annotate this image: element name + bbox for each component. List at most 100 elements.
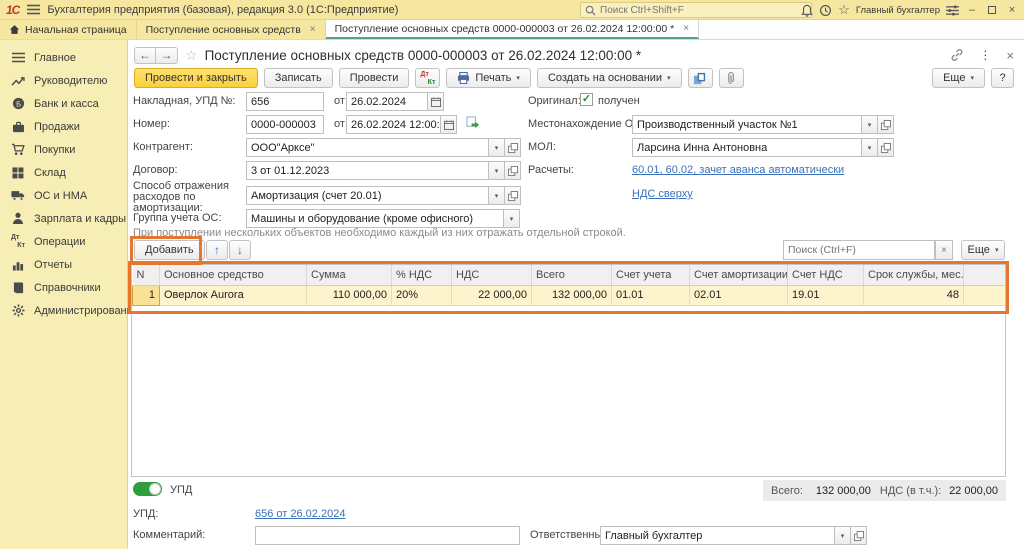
toolbar-more-button[interactable]: Еще▾ — [932, 68, 985, 88]
dtkt-postings-button[interactable]: ДтКт — [415, 68, 440, 88]
responsible-field[interactable]: Главный бухгалтер — [600, 526, 835, 545]
dropdown-icon[interactable]: ▾ — [835, 526, 851, 545]
minimize-icon[interactable]: – — [965, 3, 979, 17]
global-search[interactable] — [580, 2, 812, 18]
history-clock-icon[interactable] — [819, 4, 832, 17]
col-n[interactable]: N — [133, 265, 160, 285]
help-button[interactable]: ? — [991, 68, 1014, 88]
sidebar-item-pokupki[interactable]: Покупки — [0, 138, 127, 161]
maximize-icon[interactable] — [985, 3, 999, 17]
sidebar-item-operacii[interactable]: ДтКт Операции — [0, 230, 127, 253]
tab-close-icon[interactable]: × — [683, 23, 689, 34]
sidebar-item-bank-kassa[interactable]: Б Банк и касса — [0, 92, 127, 115]
table-row[interactable]: 1 Оверлок Aurora 110 000,00 20% 22 000,0… — [133, 285, 1007, 305]
get-link-icon[interactable] — [950, 48, 964, 62]
sidebar-item-prodazhi[interactable]: Продажи — [0, 115, 127, 138]
set-current-date-icon[interactable] — [466, 116, 480, 130]
sidebar-item-spravochniki[interactable]: Справочники — [0, 276, 127, 299]
col-vat[interactable]: НДС — [452, 265, 532, 285]
assets-table[interactable]: N Основное средство Сумма % НДС НДС Всег… — [131, 264, 1006, 477]
sidebar-item-sklad[interactable]: Склад — [0, 161, 127, 184]
depreciation-method-field[interactable]: Амортизация (счет 20.01) — [246, 186, 489, 205]
dropdown-icon[interactable]: ▾ — [489, 186, 505, 205]
open-icon[interactable] — [505, 161, 521, 180]
col-vat-rate[interactable]: % НДС — [392, 265, 452, 285]
sidebar-item-otchety[interactable]: Отчеты — [0, 253, 127, 276]
cell-sum[interactable]: 110 000,00 — [307, 285, 392, 305]
post-button[interactable]: Провести — [339, 68, 410, 88]
cell-service-life[interactable]: 48 — [864, 285, 964, 305]
move-down-button[interactable]: ↓ — [229, 240, 251, 260]
os-group-field[interactable]: Машины и оборудование (кроме офисного) — [246, 209, 504, 228]
global-search-input[interactable] — [600, 5, 790, 16]
more-dots-icon[interactable]: ⋮ — [979, 48, 991, 62]
search-clear-icon[interactable]: × — [935, 240, 953, 260]
settings-sliders-icon[interactable] — [946, 5, 959, 16]
settlements-link[interactable]: 60.01, 60.02, зачет аванса автоматически — [632, 164, 844, 176]
favorites-star-icon[interactable]: ☆ — [838, 2, 850, 18]
tab-receipts-list[interactable]: Поступление основных средств × — [137, 20, 326, 39]
invoice-date-field[interactable]: 26.02.2024 — [346, 92, 428, 111]
dropdown-icon[interactable]: ▾ — [504, 209, 520, 228]
create-based-on-button[interactable]: Создать на основании▾ — [537, 68, 682, 88]
notifications-bell-icon[interactable] — [801, 4, 813, 17]
col-asset[interactable]: Основное средство — [160, 265, 307, 285]
counterparty-field[interactable]: ООО"Арксе" — [246, 138, 489, 157]
tab-close-icon[interactable]: × — [310, 24, 316, 35]
hamburger-menu-icon[interactable] — [26, 3, 40, 17]
sidebar-item-os-nma[interactable]: ОС и НМА — [0, 184, 127, 207]
sidebar-item-rukovoditelyu[interactable]: Руководителю — [0, 69, 127, 92]
col-total[interactable]: Всего — [532, 265, 612, 285]
cell-n[interactable]: 1 — [133, 285, 160, 305]
dropdown-icon[interactable]: ▾ — [489, 138, 505, 157]
number-field[interactable]: 0000-000003 — [246, 115, 324, 134]
add-row-button[interactable]: Добавить — [134, 240, 205, 260]
cell-asset[interactable]: Оверлок Aurora — [160, 285, 307, 305]
attachments-button[interactable] — [719, 68, 744, 88]
cell-account[interactable]: 01.01 — [612, 285, 690, 305]
print-button[interactable]: Печать▾ — [446, 68, 531, 88]
cell-extra[interactable] — [964, 285, 1007, 305]
location-field[interactable]: Производственный участок №1 — [632, 115, 862, 134]
original-received-checkbox[interactable]: ✓ — [580, 93, 593, 106]
open-icon[interactable] — [878, 115, 894, 134]
table-search-field[interactable] — [783, 240, 935, 260]
open-icon[interactable] — [505, 138, 521, 157]
cell-total[interactable]: 132 000,00 — [532, 285, 612, 305]
upd-document-link[interactable]: 656 от 26.02.2024 — [255, 508, 345, 520]
open-icon[interactable] — [851, 526, 867, 545]
cell-vat[interactable]: 22 000,00 — [452, 285, 532, 305]
calendar-icon[interactable] — [428, 92, 444, 111]
number-date-field[interactable]: 26.02.2024 12:00:00 — [346, 115, 441, 134]
col-depr-account[interactable]: Счет амортизации — [690, 265, 788, 285]
col-account[interactable]: Счет учета — [612, 265, 690, 285]
vat-mode-link[interactable]: НДС сверху — [632, 188, 693, 200]
comment-field[interactable] — [255, 526, 520, 545]
calendar-icon[interactable] — [441, 115, 457, 134]
cell-vat-rate[interactable]: 20% — [392, 285, 452, 305]
dropdown-icon[interactable]: ▾ — [489, 161, 505, 180]
back-button[interactable]: ← — [134, 47, 156, 64]
open-icon[interactable] — [505, 186, 521, 205]
upd-toggle[interactable] — [133, 482, 162, 496]
close-document-icon[interactable]: × — [1006, 48, 1014, 63]
sidebar-item-glavnoe[interactable]: Главное — [0, 46, 127, 69]
cell-depr-account[interactable]: 02.01 — [690, 285, 788, 305]
mol-field[interactable]: Ларсина Инна Антоновна — [632, 138, 862, 157]
cell-vat-account[interactable]: 19.01 — [788, 285, 864, 305]
sidebar-item-zarplata-kadry[interactable]: Зарплата и кадры — [0, 207, 127, 230]
col-service-life[interactable]: Срок службы, мес. — [864, 265, 964, 285]
move-up-button[interactable]: ↑ — [206, 240, 228, 260]
col-vat-account[interactable]: Счет НДС — [788, 265, 864, 285]
edo-button[interactable] — [688, 68, 713, 88]
dropdown-icon[interactable]: ▾ — [862, 115, 878, 134]
sidebar-item-administrirovanie[interactable]: Администрирование — [0, 299, 127, 322]
table-search-input[interactable] — [788, 244, 930, 256]
dropdown-icon[interactable]: ▾ — [862, 138, 878, 157]
table-more-button[interactable]: Еще▾ — [961, 240, 1005, 260]
tab-home[interactable]: Начальная страница — [0, 20, 137, 39]
post-and-close-button[interactable]: Провести и закрыть — [134, 68, 258, 88]
write-button[interactable]: Записать — [264, 68, 333, 88]
contract-field[interactable]: 3 от 01.12.2023 — [246, 161, 489, 180]
invoice-number-field[interactable]: 656 — [246, 92, 324, 111]
